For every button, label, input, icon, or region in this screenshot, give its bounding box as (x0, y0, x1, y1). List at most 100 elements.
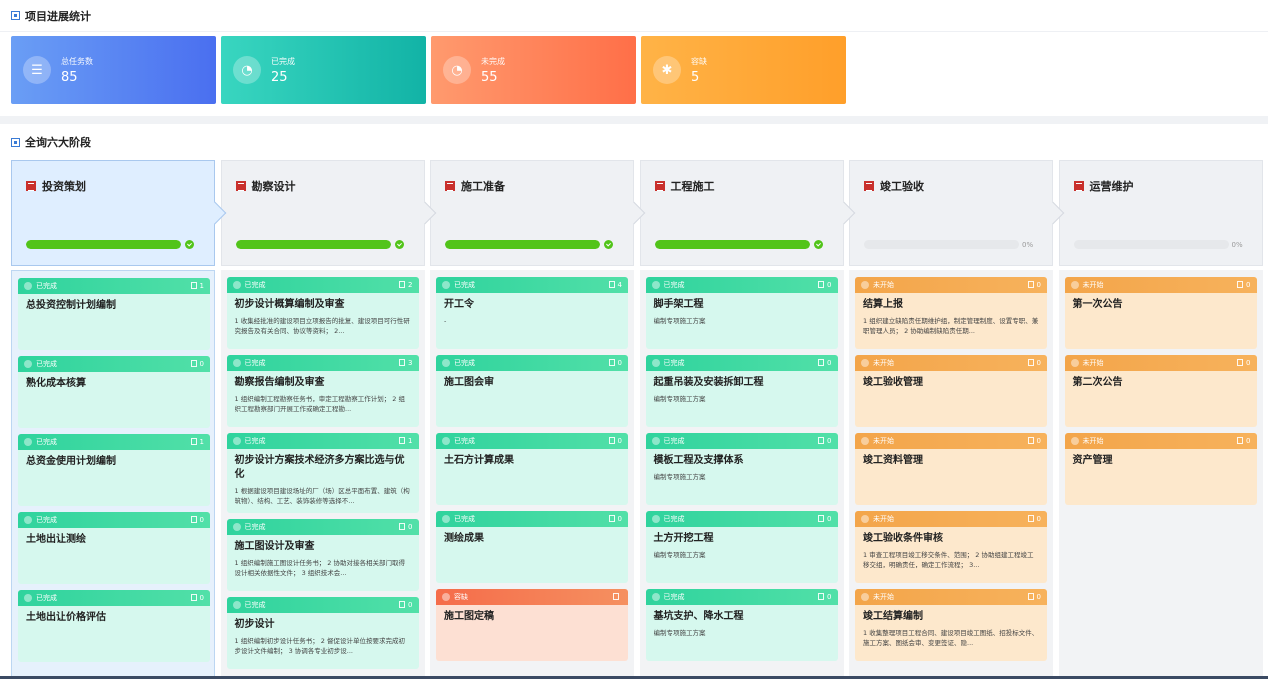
stage-2[interactable]: 勘察设计 (220, 160, 436, 266)
task-card[interactable]: 已完成 0 土地出让价格评估 (18, 590, 210, 662)
card-title: 测绘成果 (444, 533, 484, 544)
card-doc-count[interactable]: 1 (399, 437, 413, 445)
card-doc-count[interactable]: 0 (1237, 437, 1251, 445)
card-status-label: 已完成 (36, 360, 57, 368)
status-dot-icon (651, 359, 660, 367)
task-card[interactable]: 未开始 0 竣工验收条件审核 1 审查工程项目竣工移交条件、范围； 2 协助组建工程竣… (855, 511, 1047, 583)
task-card[interactable]: 已完成 0 熟化成本核算 (18, 356, 210, 428)
card-doc-count[interactable]: 0 (190, 360, 204, 368)
card-status: 已完成 (232, 522, 266, 532)
task-card[interactable]: 已完成 1 总资金使用计划编制 (18, 434, 210, 506)
card-doc-count[interactable]: 1 (190, 282, 204, 290)
document-icon (608, 437, 615, 444)
task-card[interactable]: 已完成 3 勘察报告编制及审查 1 组织编制工程勘察任务书，审定工程勘察工作计划； 2… (226, 355, 419, 427)
task-card[interactable]: 已完成 0 施工图设计及审查 1 组织编制施工图设计任务书； 2 协助对接各相关部门取… (226, 519, 419, 591)
stat-total-tasks[interactable]: ☰ 总任务数 85 (11, 36, 216, 104)
task-card[interactable]: 已完成 0 初步设计 1 组织编制初步设计任务书； 2 督促设计单位按要求完成初步设计… (226, 597, 419, 669)
task-card[interactable]: 未开始 0 第二次公告 (1064, 355, 1257, 427)
stage-title: 运营维护 (1073, 178, 1134, 194)
status-dot-icon (24, 360, 32, 368)
card-doc-count[interactable]: 0 (190, 594, 204, 602)
status-dot-icon (442, 515, 450, 523)
card-title: 模板工程及支撑体系 (653, 455, 744, 466)
card-doc-count[interactable]: 0 (1027, 437, 1041, 445)
card-doc-count[interactable]: 0 (818, 359, 832, 367)
status-dot-icon (1070, 437, 1079, 445)
task-card[interactable]: 容缺 施工图定稿 (436, 589, 628, 661)
stat-value: 5 (691, 69, 700, 85)
card-doc-count[interactable]: 0 (1237, 281, 1251, 289)
card-title: 第二次公告 (1072, 377, 1123, 388)
card-doc-count[interactable]: 3 (399, 359, 413, 367)
task-card[interactable]: 已完成 0 施工图会审 (436, 355, 628, 427)
card-doc-count[interactable]: 0 (1027, 593, 1041, 601)
card-status-label: 未开始 (1082, 437, 1104, 445)
task-card[interactable]: 已完成 0 模板工程及支撑体系 编制专项施工方案 (645, 433, 838, 505)
card-body: 施工图会审 (436, 371, 628, 394)
stats-row: ☰ 总任务数 85 ◔ 已完成 25 ◔ 未完成 55 ✱ 容缺 5 (0, 32, 1268, 116)
card-doc-count[interactable]: 0 (608, 437, 622, 445)
stat-label: 已完成 (271, 56, 295, 66)
task-card[interactable]: 未开始 0 竣工结算编制 1 收集整理项目工程合同、建设项目竣工图纸、招投标文件、施工… (855, 589, 1047, 661)
card-body: 总投资控制计划编制 (18, 294, 210, 317)
card-doc-count[interactable]: 0 (1027, 359, 1041, 367)
card-doc-count[interactable]: 0 (1237, 359, 1251, 367)
card-doc-count[interactable]: 0 (1027, 281, 1041, 289)
stage-title: 勘察设计 (235, 178, 296, 194)
task-card[interactable]: 未开始 0 竣工验收管理 (855, 355, 1047, 427)
task-card[interactable]: 已完成 0 土方开挖工程 编制专项施工方案 (645, 511, 838, 583)
card-doc-count[interactable]: 0 (608, 515, 622, 523)
task-card[interactable]: 未开始 0 第一次公告 (1064, 277, 1257, 349)
task-card[interactable]: 已完成 0 土地出让测绘 (18, 512, 210, 584)
stage-1[interactable]: 投资策划 (11, 160, 227, 266)
task-card[interactable]: 已完成 2 初步设计概算编制及审查 1 收集经批准的建设项目立项报告的批复、建设项目可… (226, 277, 419, 349)
stat-completed[interactable]: ◔ 已完成 25 (221, 36, 426, 104)
task-card[interactable]: 已完成 0 土石方计算成果 (436, 433, 628, 505)
task-card[interactable]: 已完成 0 基坑支护、降水工程 编制专项施工方案 (645, 589, 838, 661)
card-body: 勘察报告编制及审查 1 组织编制工程勘察任务书，审定工程勘察工作计划； 2 组织工… (227, 371, 419, 418)
stage-3[interactable]: 施工准备 (430, 160, 646, 266)
task-card[interactable]: 已完成 0 起重吊装及安装拆卸工程 编制专项施工方案 (645, 355, 838, 427)
document-icon (1237, 437, 1244, 444)
stage-5[interactable]: 竣工验收 0% (849, 160, 1065, 266)
card-doc-count[interactable] (613, 593, 622, 601)
task-card[interactable]: 未开始 0 竣工资料管理 (855, 433, 1047, 505)
card-doc-count[interactable]: 0 (818, 281, 832, 289)
card-doc-count[interactable]: 2 (399, 281, 413, 289)
document-icon (190, 516, 197, 523)
card-doc-count[interactable]: 4 (608, 281, 622, 289)
flag-icon (235, 181, 246, 191)
task-card[interactable]: 已完成 1 初步设计方案技术经济多方案比选与优化 1 根据建设项目建设场址的厂（场）区… (226, 433, 419, 513)
task-card[interactable]: 未开始 0 结算上报 1 组织建立缺陷责任期维护组，制定管理制度、设置专职、兼职管理人… (855, 277, 1047, 349)
card-doc-count[interactable]: 0 (190, 516, 204, 524)
stage-4[interactable]: 工程施工 (639, 160, 855, 266)
stat-missing[interactable]: ✱ 容缺 5 (641, 36, 846, 104)
card-description: 编制专项施工方案 (653, 551, 706, 559)
document-icon (818, 359, 825, 366)
task-card[interactable]: 未开始 0 资产管理 (1064, 433, 1257, 505)
card-doc-count[interactable]: 0 (818, 593, 832, 601)
status-dot-icon (442, 359, 450, 367)
doc-count: 0 (827, 281, 832, 289)
card-doc-count[interactable]: 1 (190, 438, 204, 446)
card-doc-count[interactable]: 0 (1027, 515, 1041, 523)
card-doc-count[interactable]: 0 (818, 437, 832, 445)
card-status-label: 已完成 (454, 515, 475, 523)
stage-6[interactable]: 运营维护 0% (1058, 160, 1263, 266)
task-card[interactable]: 已完成 4 开工令 - (436, 277, 628, 349)
card-doc-count[interactable]: 0 (608, 359, 622, 367)
card-doc-count[interactable]: 0 (818, 515, 832, 523)
card-doc-count[interactable]: 0 (399, 523, 413, 531)
card-header: 已完成 0 (226, 597, 419, 613)
task-card[interactable]: 已完成 1 总投资控制计划编制 (18, 278, 210, 350)
document-icon (613, 593, 619, 600)
stat-value: 85 (61, 69, 78, 85)
task-card[interactable]: 已完成 0 测绘成果 (436, 511, 628, 583)
card-header: 已完成 0 (18, 590, 210, 606)
card-doc-count[interactable]: 0 (399, 601, 413, 609)
status-dot-icon (1070, 281, 1079, 289)
flag-icon (26, 181, 36, 191)
card-description: - (444, 317, 447, 325)
stat-incomplete[interactable]: ◔ 未完成 55 (431, 36, 636, 104)
task-card[interactable]: 已完成 0 脚手架工程 编制专项施工方案 (645, 277, 838, 349)
